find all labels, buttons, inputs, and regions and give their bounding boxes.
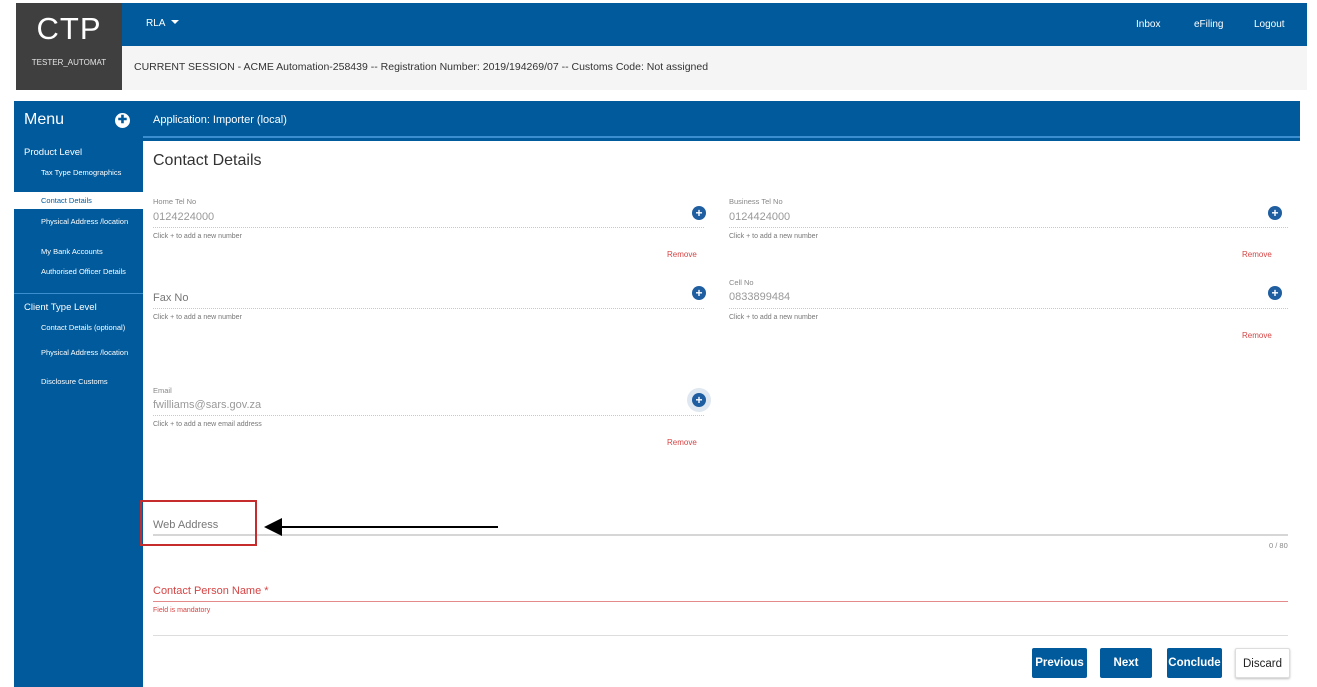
page-title: Contact Details [153,152,262,169]
business-tel-label: Business Tel No [729,197,783,206]
sidebar-item-disclosure-customs[interactable]: Disclosure Customs [41,377,131,386]
cell-label: Cell No [729,278,754,287]
home-tel-label: Home Tel No [153,197,197,206]
logout-link[interactable]: Logout [1254,19,1285,30]
home-tel-underline [153,227,704,228]
sidebar-section-product-level: Product Level [24,147,83,158]
username-label: TESTER_AUTOMAT [31,58,107,67]
menu-toggle-icon[interactable]: ✚ [115,113,130,128]
remove-cell-link[interactable]: Remove [1242,331,1272,340]
remove-email-link[interactable]: Remove [667,438,697,447]
web-address-underline [153,534,1288,536]
sidebar-item-physical-address[interactable]: Physical Address /location [41,217,131,226]
content-panel: Contact Details Home Tel No 0124224000 +… [143,141,1300,687]
web-address-char-counter: 0 / 80 [1269,541,1288,550]
form-footer-divider [153,635,1288,636]
menu-title: Menu [24,111,65,128]
sidebar-item-authorised-officer[interactable]: Authorised Officer Details [41,267,131,276]
business-tel-underline [729,227,1288,228]
contact-person-error: Field is mandatory [153,607,211,614]
sidebar-divider [14,293,143,294]
previous-button[interactable]: Previous [1032,648,1087,678]
business-tel-input[interactable]: 0124424000 [729,211,790,223]
conclude-button[interactable]: Conclude [1167,648,1222,678]
fax-underline [153,308,704,309]
sidebar-item-client-physical-address[interactable]: Physical Address /location [41,348,131,357]
add-home-tel-icon[interactable]: + [692,206,706,220]
add-fax-icon[interactable]: + [692,286,706,300]
add-cell-icon[interactable]: + [1268,286,1282,300]
cell-hint: Click + to add a new number [729,314,818,321]
sidebar-item-tax-type-demographics[interactable]: Tax Type Demographics [41,168,131,177]
add-email-icon[interactable]: + [692,393,706,407]
brand-panel: CTP TESTER_AUTOMAT [16,3,122,90]
contact-person-input[interactable]: Contact Person Name * [153,585,269,597]
sidebar-item-my-bank-accounts[interactable]: My Bank Accounts [41,247,131,256]
add-business-tel-icon[interactable]: + [1268,206,1282,220]
caret-down-icon [171,20,180,24]
annotation-arrow-shaft [278,526,498,528]
top-navbar: RLA Inbox eFiling Logout [122,3,1307,46]
home-tel-input[interactable]: 0124224000 [153,211,214,223]
next-button[interactable]: Next [1100,648,1152,678]
email-input[interactable]: fwilliams@sars.gov.za [153,399,261,411]
app-root: CTP TESTER_AUTOMAT RLA Inbox eFiling Log… [0,0,1317,687]
sidebar-item-contact-details-optional[interactable]: Contact Details (optional) [41,323,131,332]
cell-underline [729,308,1288,309]
annotation-arrow-head-icon [264,518,282,536]
menu-header: Menu ✚ [14,101,143,138]
rla-dropdown-label: RLA [146,18,166,29]
email-hint: Click + to add a new email address [153,421,262,428]
application-header: Application: Importer (local) [143,101,1300,138]
sidebar: Product Level Tax Type Demographics Cont… [14,141,143,687]
efiling-link[interactable]: eFiling [1194,19,1223,30]
remove-business-tel-link[interactable]: Remove [1242,250,1272,259]
email-underline [153,415,704,416]
sidebar-section-client-type-level: Client Type Level [24,302,97,313]
fax-hint: Click + to add a new number [153,314,242,321]
business-tel-hint: Click + to add a new number [729,233,818,240]
inbox-link[interactable]: Inbox [1136,19,1160,30]
discard-button[interactable]: Discard [1235,648,1290,678]
annotation-highlight-box [140,500,257,546]
contact-person-underline [153,601,1288,602]
rla-dropdown[interactable]: RLA [146,18,180,29]
cell-input[interactable]: 0833899484 [729,291,790,303]
home-tel-hint: Click + to add a new number [153,233,242,240]
fax-input[interactable]: Fax No [153,292,188,304]
session-info-bar: CURRENT SESSION - ACME Automation-258439… [122,46,1307,90]
app-logo: CTP [36,11,102,46]
email-label: Email [153,386,172,395]
remove-home-tel-link[interactable]: Remove [667,250,697,259]
sidebar-item-contact-details[interactable]: Contact Details [14,192,143,209]
